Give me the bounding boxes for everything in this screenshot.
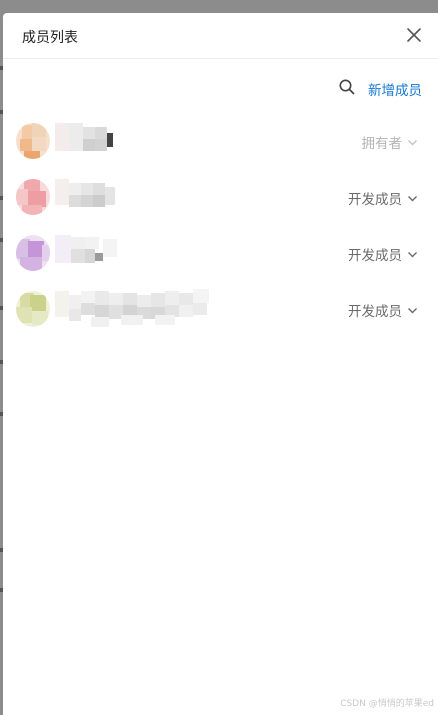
avatar [16,235,50,271]
member-role-label: 开发成员 [348,248,402,264]
member-role-select[interactable]: 开发成员 [348,188,418,208]
chevron-down-icon [408,251,417,257]
chevron-down-icon [408,139,417,145]
member-row: 拥有者 [3,115,438,171]
member-role: 拥有者 [362,132,419,152]
member-role-select[interactable]: 开发成员 [348,244,418,264]
member-role-label: 开发成员 [348,304,402,320]
member-role-select[interactable]: 开发成员 [348,300,418,320]
search-icon[interactable] [338,78,356,96]
member-role-label: 开发成员 [348,192,402,208]
avatar [16,123,50,159]
close-icon[interactable] [405,26,423,44]
member-row: 开发成员 [3,171,438,227]
member-list: 拥有者 开发成员 开发成员 开发成员 [3,115,438,339]
member-name [55,177,117,217]
avatar [16,179,50,215]
member-role-label: 拥有者 [361,136,403,152]
chevron-down-icon [408,195,417,201]
watermark: CSDN @悄悄的苹果ed [340,699,434,709]
dialog-title: 成员列表 [22,30,78,46]
member-row: 开发成员 [3,283,438,339]
member-name [55,121,115,161]
member-list-dialog: 成员列表 新增成员 拥有者 开发成员 开发成员 开发成员 CSDN @悄悄的苹果… [3,13,438,715]
member-name [55,233,119,273]
member-row: 开发成员 [3,227,438,283]
dialog-header: 成员列表 [3,13,438,59]
member-name [55,289,217,329]
avatar [16,291,50,327]
chevron-down-icon [408,307,417,313]
member-toolbar: 新增成员 [3,59,438,115]
add-member-button[interactable]: 新增成员 [368,79,422,99]
